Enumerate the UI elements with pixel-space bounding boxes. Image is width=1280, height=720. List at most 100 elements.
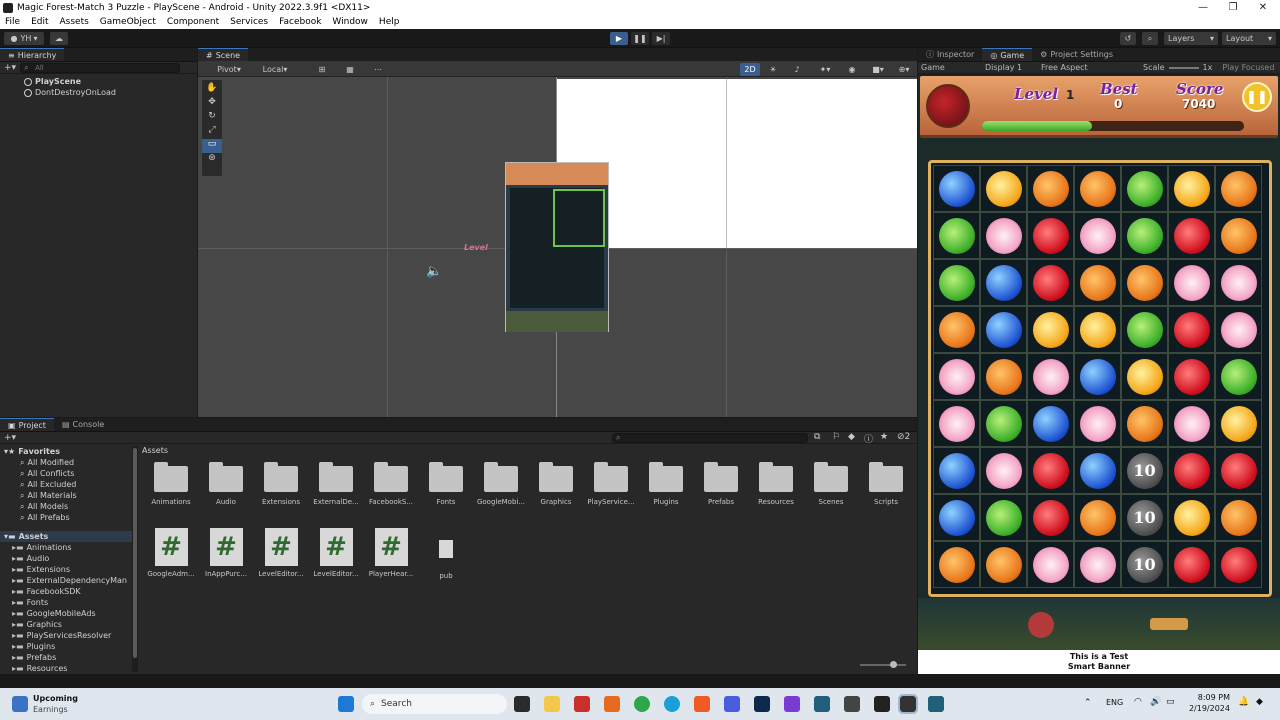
folder-tile[interactable]: ExternalDe... <box>309 462 363 520</box>
tab-inspector[interactable]: ⓘ Inspector <box>918 48 982 61</box>
board-cell[interactable] <box>1121 353 1168 400</box>
tray-chevron-icon[interactable]: ⌃ <box>1084 698 1092 708</box>
board-cell[interactable] <box>933 212 980 259</box>
board-cell[interactable] <box>933 447 980 494</box>
board-cell[interactable] <box>1121 306 1168 353</box>
board-cell[interactable] <box>980 259 1027 306</box>
board-cell[interactable] <box>933 259 980 306</box>
board-cell[interactable] <box>1215 541 1262 588</box>
script-tile[interactable]: # GoogleAdm... <box>144 528 198 586</box>
tool-icon[interactable] <box>784 696 800 712</box>
vscode-icon[interactable] <box>814 696 830 712</box>
tree-folder-item[interactable]: ▸▬ Fonts <box>0 597 132 608</box>
tree-folder-item[interactable]: ▸▬ Graphics <box>0 619 132 630</box>
board-cell[interactable] <box>980 541 1027 588</box>
folder-tile[interactable]: Resources <box>749 462 803 520</box>
folder-tile[interactable]: Plugins <box>639 462 693 520</box>
firefox-icon[interactable] <box>604 696 620 712</box>
menu-facebook[interactable]: Facebook <box>274 17 327 27</box>
script-tile[interactable]: # LevelEditor... <box>309 528 363 586</box>
account-dropdown[interactable]: ● YH ▾ <box>4 32 44 45</box>
script-tile[interactable]: # InAppPurc... <box>199 528 253 586</box>
maximize-button[interactable]: ❐ <box>1218 0 1248 15</box>
effects-icon[interactable]: ✦▾ <box>812 63 838 76</box>
volume-icon[interactable]: 🔊 <box>1150 697 1161 707</box>
rect-tool-icon[interactable]: ▭ <box>202 139 222 153</box>
board-cell[interactable] <box>1027 353 1074 400</box>
board-cell[interactable] <box>933 353 980 400</box>
tab-hierarchy[interactable]: ≡ Hierarchy <box>0 48 65 61</box>
app-icon[interactable] <box>724 696 740 712</box>
ruler-icon[interactable]: ⋯ <box>366 63 390 76</box>
board-cell[interactable] <box>1074 541 1121 588</box>
minimize-button[interactable]: — <box>1188 0 1218 15</box>
board-cell[interactable] <box>1168 212 1215 259</box>
tree-folder-item[interactable]: ▸▬ ExternalDependencyMan <box>0 575 132 586</box>
aspect-dropdown[interactable]: Free Aspect <box>1041 63 1143 72</box>
battery-icon[interactable]: ▭ <box>1166 697 1175 707</box>
scale-slider[interactable] <box>1168 66 1199 69</box>
photoshop-icon[interactable] <box>754 696 770 712</box>
light-icon[interactable]: ☀ <box>764 63 782 76</box>
game-mode-dropdown[interactable]: Game <box>921 63 981 72</box>
menu-window[interactable]: Window <box>327 17 374 27</box>
board-cell[interactable] <box>980 212 1027 259</box>
board-cell[interactable] <box>1168 306 1215 353</box>
menu-help[interactable]: Help <box>374 17 406 27</box>
hand-tool-icon[interactable]: ✋ <box>202 83 222 97</box>
board-cell[interactable] <box>1215 212 1262 259</box>
scene-game-preview[interactable] <box>505 162 609 332</box>
favorites-header[interactable]: ▾★ Favorites <box>0 446 132 457</box>
board-cell[interactable] <box>1168 259 1215 306</box>
board-cell[interactable] <box>933 165 980 212</box>
folder-tile[interactable]: GoogleMobi... <box>474 462 528 520</box>
tab-project[interactable]: ▣ Project <box>0 418 54 431</box>
unity-hub-icon[interactable] <box>844 696 860 712</box>
board-cell[interactable] <box>933 541 980 588</box>
tab-project-settings[interactable]: ⚙ Project Settings <box>1032 48 1121 61</box>
folder-tile[interactable]: Animations <box>144 462 198 520</box>
play-button[interactable]: ▶ <box>610 32 628 45</box>
board-cell[interactable] <box>980 353 1027 400</box>
menu-file[interactable]: File <box>0 17 26 27</box>
folder-tile[interactable]: Graphics <box>529 462 583 520</box>
board-cell[interactable] <box>1027 306 1074 353</box>
move-tool-icon[interactable]: ✥ <box>202 97 222 111</box>
wifi-icon[interactable]: ◠ <box>1134 697 1142 707</box>
hierarchy-search-input[interactable]: All <box>20 62 181 73</box>
weather-icon[interactable] <box>12 696 28 712</box>
board-cell[interactable] <box>1215 353 1262 400</box>
board-cell[interactable] <box>1215 306 1262 353</box>
board-cell[interactable] <box>1215 259 1262 306</box>
board-cell[interactable] <box>1074 353 1121 400</box>
copilot-icon[interactable]: ◆ <box>1256 697 1263 707</box>
board-cell[interactable] <box>1168 494 1215 541</box>
board-cell[interactable]: 10 <box>1121 447 1168 494</box>
folder-tile[interactable]: Fonts <box>419 462 473 520</box>
menu-component[interactable]: Component <box>162 17 225 27</box>
tree-folder-item[interactable]: ▸▬ Audio <box>0 553 132 564</box>
menu-gameobject[interactable]: GameObject <box>95 17 162 27</box>
clock-date[interactable]: 2/19/2024 <box>1186 704 1230 713</box>
gizmos-icon[interactable]: ⊕▾ <box>894 63 914 76</box>
layers-dropdown[interactable]: Layers ▾ <box>1164 32 1218 45</box>
board-cell[interactable] <box>1215 165 1262 212</box>
camera-icon[interactable]: ■▾ <box>866 63 890 76</box>
board-cell[interactable] <box>1074 165 1121 212</box>
board-cell[interactable] <box>933 494 980 541</box>
game-view[interactable]: Level 1 Best 0 Score 7040 ❚❚ 10 10 10 This… <box>918 76 1280 674</box>
test-banner-ad[interactable]: This is a Test Smart Banner <box>918 650 1280 674</box>
nox-icon[interactable] <box>874 696 890 712</box>
board-cell[interactable] <box>980 306 1027 353</box>
board-cell[interactable] <box>933 306 980 353</box>
board-cell[interactable] <box>1027 212 1074 259</box>
menu-services[interactable]: Services <box>225 17 274 27</box>
favorite-icon[interactable]: ★ <box>880 432 888 442</box>
board-cell[interactable] <box>1121 212 1168 259</box>
board-cell[interactable] <box>980 494 1027 541</box>
board-cell[interactable] <box>1074 400 1121 447</box>
tree-scrollbar-thumb[interactable] <box>133 448 137 658</box>
layout-dropdown[interactable]: Layout ▾ <box>1222 32 1276 45</box>
board-cell[interactable] <box>1027 259 1074 306</box>
project-search-input[interactable] <box>612 433 808 443</box>
